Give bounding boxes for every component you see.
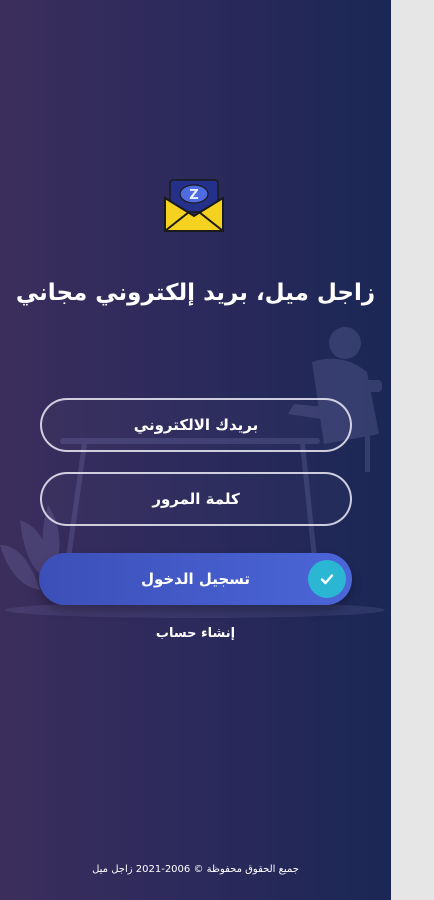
create-account-link[interactable]: إنشاء حساب bbox=[0, 626, 391, 641]
password-field[interactable]: كلمة المرور bbox=[40, 472, 352, 526]
login-button[interactable]: تسجيل الدخول bbox=[39, 553, 352, 605]
svg-text:Z: Z bbox=[189, 188, 198, 203]
page-title: زاجل ميل، بريد إلكتروني مجاني bbox=[15, 280, 376, 306]
footer-copyright: جميع الحقوق محفوظة © 2006-2021 زاجل ميل bbox=[92, 864, 299, 875]
login-button-label: تسجيل الدخول bbox=[140, 570, 251, 588]
login-panel: Z زاجل ميل، بريد إلكتروني مجاني بريدك ال… bbox=[0, 0, 391, 900]
side-background bbox=[391, 0, 434, 900]
email-field[interactable]: بريدك الالكتروني bbox=[40, 398, 352, 452]
envelope-logo-icon: Z bbox=[164, 179, 224, 232]
check-icon bbox=[308, 560, 346, 598]
